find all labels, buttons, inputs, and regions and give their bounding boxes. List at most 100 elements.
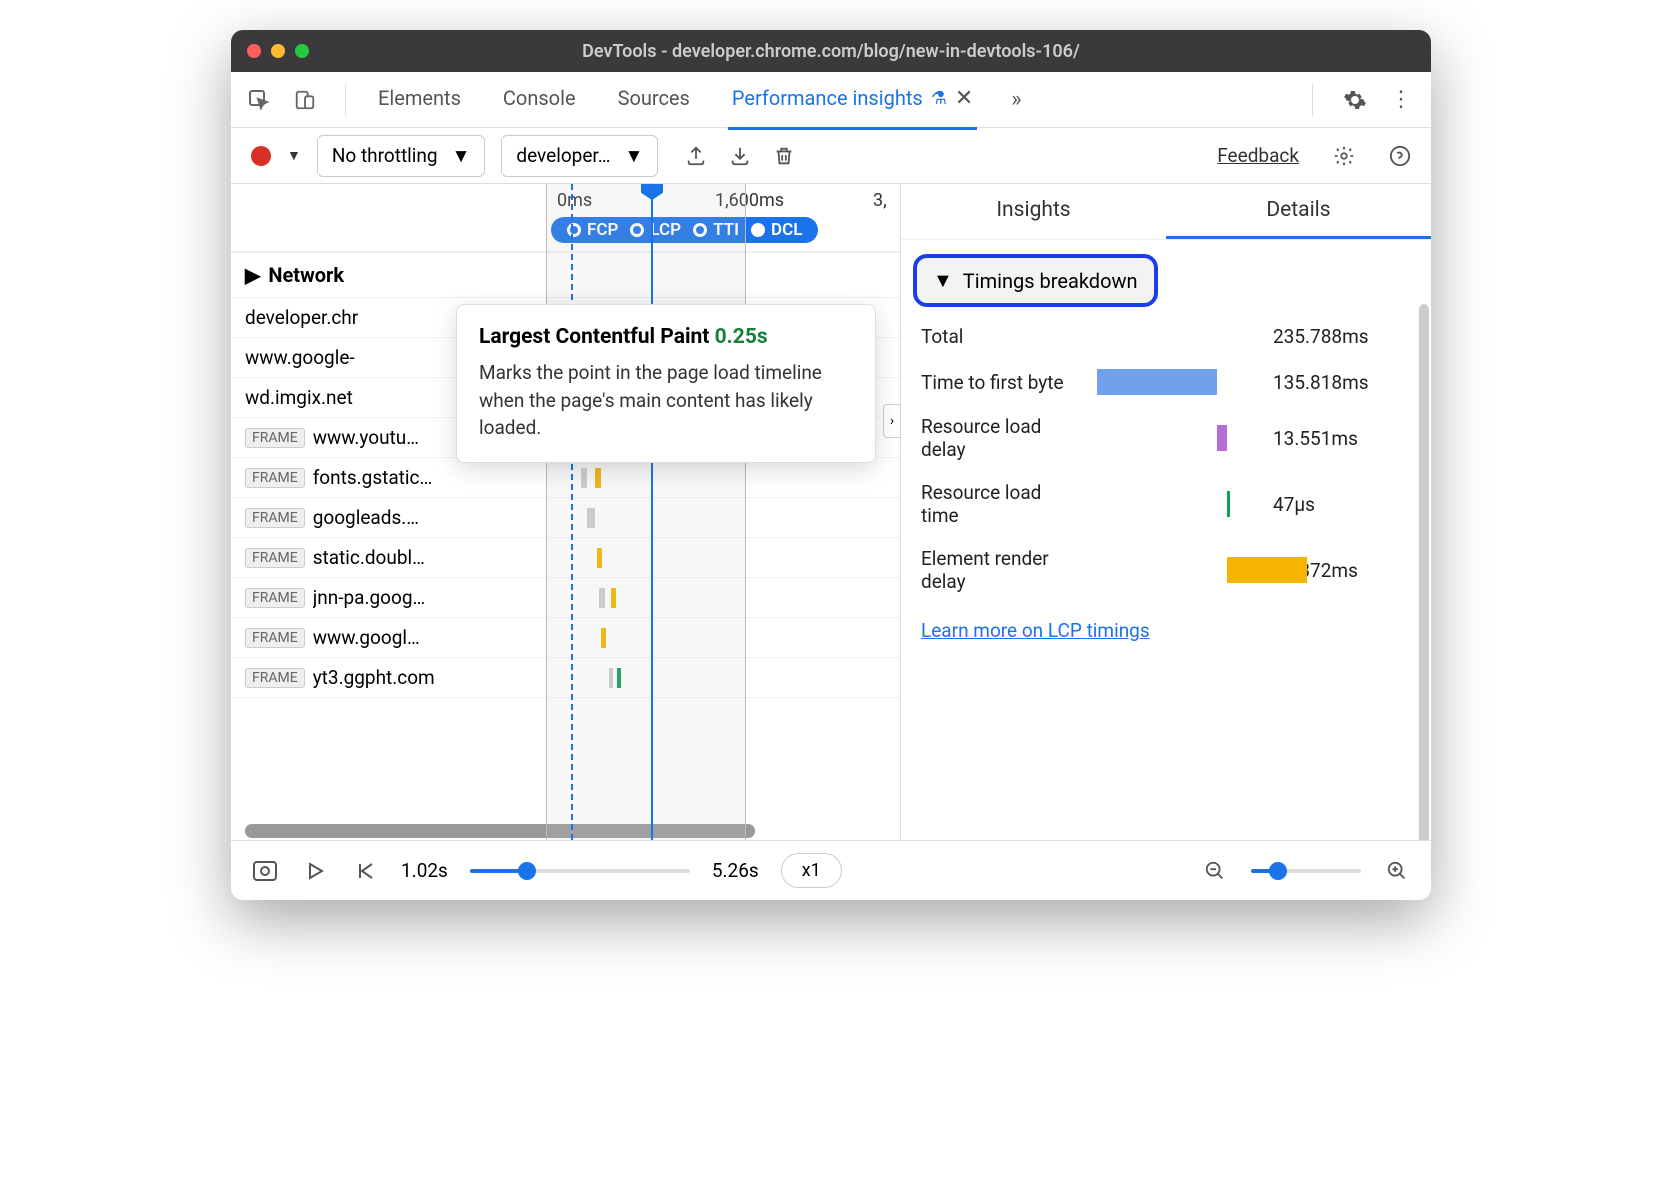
import-icon[interactable] xyxy=(726,142,754,170)
screenshot-toggle-icon[interactable] xyxy=(251,857,279,885)
tab-details[interactable]: Details xyxy=(1166,184,1431,239)
feedback-link[interactable]: Feedback xyxy=(1217,144,1299,167)
timing-bar xyxy=(1097,369,1217,395)
timing-label: Total xyxy=(921,325,1081,348)
origin-label: developer… xyxy=(516,144,610,167)
timing-bar-wrap xyxy=(1097,425,1257,451)
playhead[interactable] xyxy=(651,184,653,840)
delete-icon[interactable] xyxy=(770,142,798,170)
panel-settings-icon[interactable] xyxy=(1333,145,1355,167)
record-button[interactable] xyxy=(251,146,271,166)
content-area: 0ms 1,600ms 3, FCP LCP TTI DCL ▶ Network… xyxy=(231,184,1431,840)
chevron-down-icon: ▼ xyxy=(933,268,953,293)
tab-performance-insights[interactable]: Performance insights ⚗ ✕ xyxy=(728,70,977,130)
playback-speed[interactable]: x1 xyxy=(781,853,842,888)
network-row-label: www.google- xyxy=(245,346,355,369)
record-dropdown[interactable]: ▼ xyxy=(287,147,301,164)
tab-console[interactable]: Console xyxy=(499,70,580,129)
minimize-window-button[interactable] xyxy=(271,44,285,58)
export-icon[interactable] xyxy=(682,142,710,170)
flask-icon: ⚗ xyxy=(931,88,947,109)
timing-row: Resource load delay 13.551ms xyxy=(901,405,1431,471)
tab-sources[interactable]: Sources xyxy=(614,70,694,129)
time-slider[interactable] xyxy=(470,869,690,873)
main-tabs: Elements Console Sources Performance ins… xyxy=(374,70,1284,130)
tab-label: Performance insights xyxy=(732,86,923,110)
breakdown-header-label: Timings breakdown xyxy=(963,269,1138,293)
frame-badge: FRAME xyxy=(245,468,305,488)
zoom-out-button[interactable] xyxy=(1201,857,1229,885)
insight-tabs: Insights Details xyxy=(901,184,1431,240)
zoom-slider[interactable] xyxy=(1251,869,1361,873)
network-row-label: static.doubl… xyxy=(313,546,425,569)
timing-row: Time to first byte135.818ms xyxy=(901,359,1431,405)
maximize-window-button[interactable] xyxy=(295,44,309,58)
tab-close-button[interactable]: ✕ xyxy=(955,86,973,111)
network-row-label: www.youtu… xyxy=(313,426,419,449)
details-panel: Insights Details ▼ Timings breakdown Tot… xyxy=(901,184,1431,840)
timing-bar-wrap xyxy=(1097,491,1257,517)
tooltip-title: Largest Contentful Paint 0.25s xyxy=(479,325,853,349)
tab-label: Elements xyxy=(378,86,461,110)
window-title: DevTools - developer.chrome.com/blog/new… xyxy=(231,41,1431,62)
marker-dot-icon xyxy=(751,223,765,237)
tooltip-title-text: Largest Contentful Paint xyxy=(479,325,709,349)
network-row-label: googleads.… xyxy=(313,506,419,529)
timing-value: 135.818ms xyxy=(1273,371,1369,394)
chevron-right-icon: ▶ xyxy=(245,263,260,287)
throttling-select[interactable]: No throttling ▼ xyxy=(317,135,486,177)
network-row-label: www.googl… xyxy=(313,626,420,649)
kebab-menu-icon[interactable]: ⋮ xyxy=(1387,86,1415,114)
tab-elements[interactable]: Elements xyxy=(374,70,465,129)
timing-bar-wrap xyxy=(1097,557,1257,583)
timing-label: Resource load time xyxy=(921,481,1081,527)
inspect-element-icon[interactable] xyxy=(247,88,271,112)
selection-range[interactable] xyxy=(546,184,746,840)
tooltip-description: Marks the point in the page load timelin… xyxy=(479,359,853,442)
timing-row: Resource load time 47µs xyxy=(901,471,1431,537)
titlebar: DevTools - developer.chrome.com/blog/new… xyxy=(231,30,1431,72)
tab-insights[interactable]: Insights xyxy=(901,184,1166,239)
fcp-line xyxy=(571,184,573,840)
timing-bar xyxy=(1217,425,1227,451)
skip-start-button[interactable] xyxy=(351,857,379,885)
toggle-device-icon[interactable] xyxy=(293,88,317,112)
current-time: 1.02s xyxy=(401,859,448,882)
toolbar-icons xyxy=(682,142,798,170)
timing-bar xyxy=(1227,557,1307,583)
frame-badge: FRAME xyxy=(245,508,305,528)
chevron-down-icon: ▼ xyxy=(624,144,643,168)
marker-label: DCL xyxy=(771,220,802,240)
network-header-label: Network xyxy=(268,263,344,287)
timing-value: 13.551ms xyxy=(1273,427,1358,450)
timing-bar xyxy=(1227,491,1230,517)
learn-more-link[interactable]: Learn more on LCP timings xyxy=(901,603,1431,658)
close-window-button[interactable] xyxy=(247,44,261,58)
origin-select[interactable]: developer… ▼ xyxy=(501,135,658,177)
timing-value: 235.788ms xyxy=(1273,325,1369,348)
vertical-scrollbar[interactable] xyxy=(1419,304,1429,840)
playback-footer: 1.02s 5.26s x1 xyxy=(231,840,1431,900)
timeline-panel: 0ms 1,600ms 3, FCP LCP TTI DCL ▶ Network… xyxy=(231,184,901,840)
chevron-down-icon: ▼ xyxy=(452,144,471,168)
timings-breakdown-header[interactable]: ▼ Timings breakdown xyxy=(913,254,1158,307)
tab-label: Details xyxy=(1266,198,1330,222)
marker-dcl[interactable]: DCL xyxy=(745,220,808,240)
help-icon[interactable] xyxy=(1389,145,1411,167)
settings-icon[interactable] xyxy=(1341,86,1369,114)
separator xyxy=(1312,84,1313,116)
more-tabs-button[interactable]: » xyxy=(1011,87,1021,112)
perf-toolbar: ▼ No throttling ▼ developer… ▼ Feedback xyxy=(231,128,1431,184)
zoom-in-button[interactable] xyxy=(1383,857,1411,885)
timing-label: Element render delay xyxy=(921,547,1081,593)
tab-label: Insights xyxy=(996,198,1070,222)
expand-handle[interactable]: › xyxy=(883,404,901,438)
total-time: 5.26s xyxy=(712,859,759,882)
network-row-label: yt3.ggpht.com xyxy=(313,666,435,689)
network-row-label: fonts.gstatic… xyxy=(313,466,432,489)
tab-label: Sources xyxy=(618,86,690,110)
play-button[interactable] xyxy=(301,857,329,885)
timing-value: 47µs xyxy=(1273,493,1315,516)
timing-label: Resource load delay xyxy=(921,415,1081,461)
timing-bar-wrap xyxy=(1097,323,1257,349)
